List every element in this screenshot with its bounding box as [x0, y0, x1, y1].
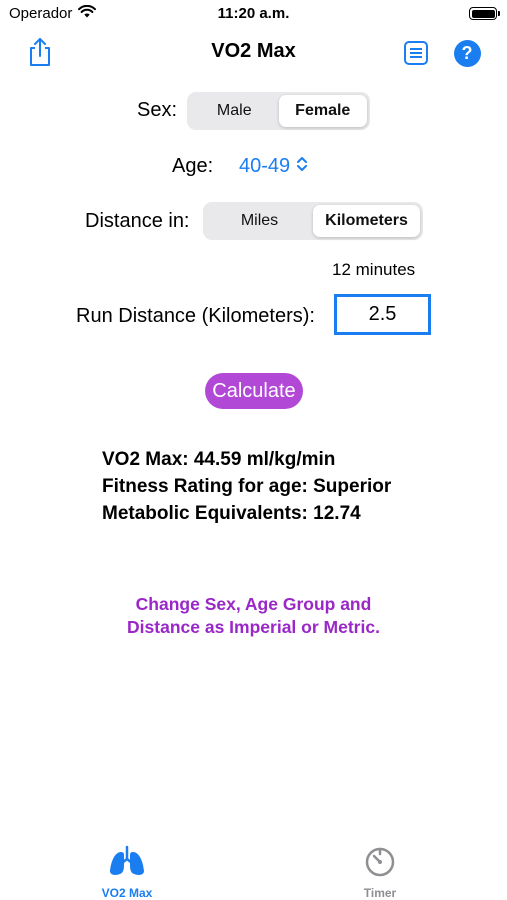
- help-glyph: ?: [453, 39, 481, 67]
- vo2-max-result: VO2 Max: 44.59 ml/kg/min: [102, 449, 336, 470]
- calculate-button[interactable]: Calculate: [205, 373, 303, 409]
- chevron-up-down-icon: [296, 155, 308, 178]
- sex-segmented-control[interactable]: Male Female: [187, 92, 370, 130]
- battery-icon: [469, 7, 500, 20]
- tab-vo2-max-label: VO2 Max: [101, 886, 153, 900]
- run-distance-input[interactable]: [334, 294, 431, 335]
- hint-line-2: Distance as Imperial or Metric.: [127, 617, 380, 637]
- tab-timer[interactable]: Timer: [345, 845, 415, 900]
- tab-timer-label: Timer: [363, 886, 397, 900]
- list-icon[interactable]: [401, 38, 431, 68]
- distance-unit-segmented-control[interactable]: Miles Kilometers: [203, 202, 423, 240]
- unit-option-kilometers[interactable]: Kilometers: [313, 205, 420, 237]
- fitness-rating-result: Fitness Rating for age: Superior: [102, 476, 392, 497]
- sex-option-female[interactable]: Female: [278, 95, 367, 127]
- help-icon[interactable]: ?: [452, 38, 482, 68]
- lungs-icon: [107, 845, 147, 882]
- unit-option-miles[interactable]: Miles: [206, 205, 313, 237]
- age-label: Age:: [172, 155, 214, 177]
- sex-option-male[interactable]: Male: [190, 95, 279, 127]
- age-picker[interactable]: 40-49: [239, 155, 308, 178]
- tab-vo2-max[interactable]: VO2 Max: [92, 845, 162, 900]
- run-distance-label: Run Distance (Kilometers):: [76, 305, 315, 327]
- timer-icon: [363, 845, 397, 882]
- status-time: 11:20 a.m.: [217, 5, 290, 22]
- hint-line-1: Change Sex, Age Group and: [135, 594, 372, 614]
- metabolic-equivalents-result: Metabolic Equivalents: 12.74: [102, 503, 361, 524]
- sex-label: Sex:: [137, 99, 178, 121]
- age-value: 40-49: [239, 155, 291, 177]
- distance-unit-label: Distance in:: [85, 210, 190, 232]
- duration-label: 12 minutes: [332, 260, 416, 279]
